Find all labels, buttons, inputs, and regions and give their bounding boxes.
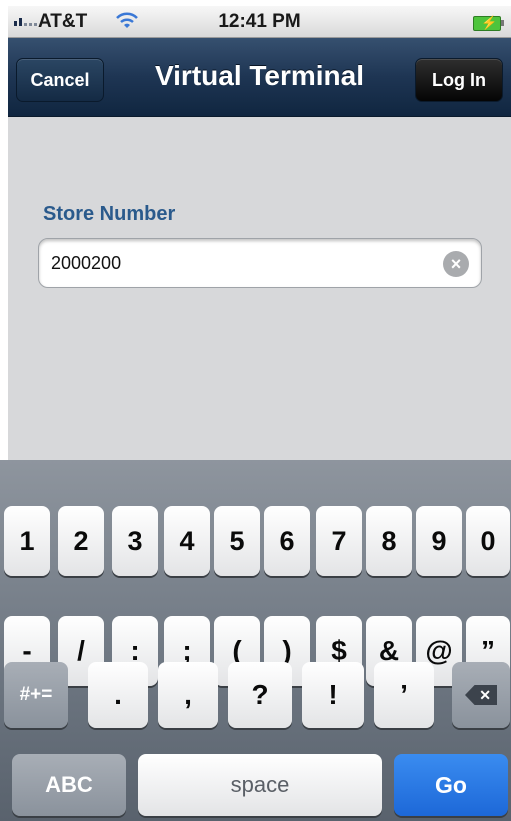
key-1[interactable]: 1 <box>4 506 50 576</box>
key-2[interactable]: 2 <box>58 506 104 576</box>
key-more-symbols[interactable]: #+= <box>4 662 68 728</box>
log-in-button[interactable]: Log In <box>415 58 503 102</box>
status-bar: AT&T 12:41 PM ⚡ <box>8 6 511 38</box>
navigation-bar: Cancel Virtual Terminal Log In <box>8 38 511 117</box>
clock: 12:41 PM <box>218 11 301 32</box>
space-key[interactable]: space <box>138 754 382 816</box>
key-3[interactable]: 3 <box>112 506 158 576</box>
go-key[interactable]: Go <box>394 754 508 816</box>
form-area: Store Number 2000200 × <box>8 117 511 460</box>
key-exclamation[interactable]: ! <box>302 662 364 728</box>
key-question[interactable]: ? <box>228 662 292 728</box>
backspace-icon: ✕ <box>465 685 497 705</box>
keyboard: 1 2 3 4 5 6 7 8 9 0 - / : ; ( ) $ & @ ” … <box>0 460 511 821</box>
store-number-field[interactable]: 2000200 × <box>38 238 482 288</box>
key-6[interactable]: 6 <box>264 506 310 576</box>
key-comma[interactable]: , <box>158 662 218 728</box>
key-8[interactable]: 8 <box>366 506 412 576</box>
clear-icon[interactable]: × <box>443 251 469 277</box>
key-abc[interactable]: ABC <box>12 754 126 816</box>
key-period[interactable]: . <box>88 662 148 728</box>
key-5[interactable]: 5 <box>214 506 260 576</box>
key-4[interactable]: 4 <box>164 506 210 576</box>
backspace-key[interactable]: ✕ <box>452 662 510 728</box>
battery-charging-icon: ⚡ <box>473 15 504 31</box>
store-number-value[interactable]: 2000200 <box>51 253 121 274</box>
key-apostrophe[interactable]: ’ <box>374 662 434 728</box>
key-7[interactable]: 7 <box>316 506 362 576</box>
key-9[interactable]: 9 <box>416 506 462 576</box>
key-0[interactable]: 0 <box>466 506 510 576</box>
store-number-label: Store Number <box>43 203 176 225</box>
